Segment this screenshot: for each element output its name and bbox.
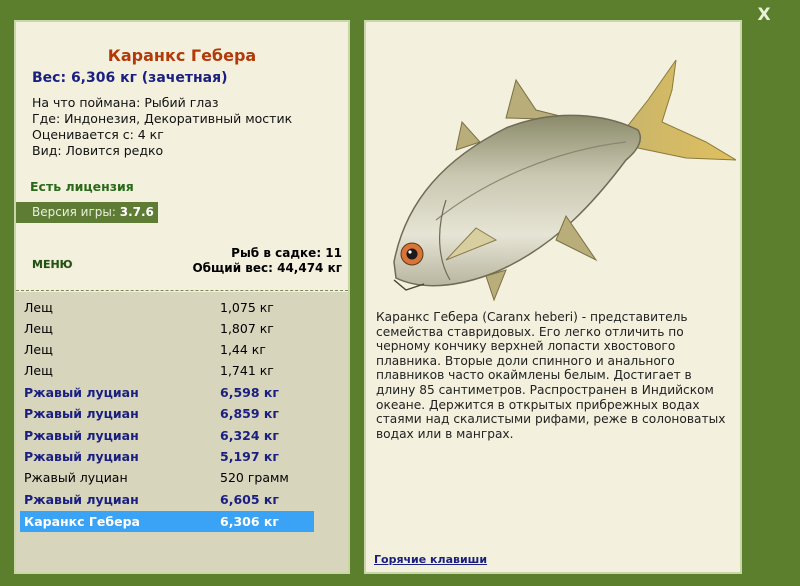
catch-weight: 1,44 кг xyxy=(220,342,266,357)
location-detail: Где: Индонезия, Декоративный мостик xyxy=(32,111,293,126)
catch-row-selected[interactable]: Каранкс Гебера 6,306 кг xyxy=(20,511,314,532)
catch-weight: 1,741 кг xyxy=(220,363,274,378)
bait-detail: На что поймана: Рыбий глаз xyxy=(32,95,219,110)
catch-name: Ржавый луциан xyxy=(24,470,128,485)
catch-name: Лещ xyxy=(24,300,53,315)
catch-name: Ржавый луциан xyxy=(24,406,139,421)
license-status: Есть лицензия xyxy=(30,179,134,194)
catch-name: Ржавый луциан xyxy=(24,428,139,443)
catch-row[interactable]: Лещ 1,44 кг xyxy=(20,339,314,360)
min-weight-detail: Оценивается с: 4 кг xyxy=(32,127,164,142)
catch-counts: Рыб в садке: 11 Общий вес: 44,474 кг xyxy=(192,246,342,276)
menu-button[interactable]: МЕНЮ xyxy=(32,258,73,271)
fish-weight: Вес: 6,306 кг (зачетная) xyxy=(32,70,228,86)
catch-list: Лещ 1,075 кг Лещ 1,807 кг Лещ 1,44 кг Лещ 1,… xyxy=(16,292,348,572)
catch-weight: 520 грамм xyxy=(220,470,289,485)
catch-weight: 1,807 кг xyxy=(220,321,274,336)
catch-name: Лещ xyxy=(24,363,53,378)
fish-description-panel: Каранкс Гебера (Caranx heberi) - предста… xyxy=(364,20,742,574)
separator xyxy=(16,290,348,291)
catch-weight: 6,324 кг xyxy=(220,428,279,443)
version-bar: Версия игры: 3.7.6 xyxy=(16,202,158,223)
catch-row[interactable]: Лещ 1,741 кг xyxy=(20,360,314,381)
catch-row[interactable]: Ржавый луциан 6,598 кг xyxy=(20,382,314,403)
version-label: Версия игры: xyxy=(32,205,116,219)
catch-row[interactable]: Ржавый луциан 520 грамм xyxy=(20,467,314,488)
catch-row[interactable]: Ржавый луциан 6,605 кг xyxy=(20,489,314,510)
catch-name: Лещ xyxy=(24,342,53,357)
close-button[interactable]: X xyxy=(752,4,776,26)
catch-weight: 5,197 кг xyxy=(220,449,279,464)
fish-info: Каранкс Гебера Вес: 6,306 кг (зачетная) … xyxy=(16,22,348,290)
catch-row[interactable]: Ржавый луциан 6,324 кг xyxy=(20,425,314,446)
catch-row[interactable]: Лещ 1,075 кг xyxy=(20,297,314,318)
fish-info-panel: Каранкс Гебера Вес: 6,306 кг (зачетная) … xyxy=(14,20,350,574)
rarity-detail: Вид: Ловится редко xyxy=(32,143,164,158)
fish-image xyxy=(393,59,736,302)
catch-name: Каранкс Гебера xyxy=(24,514,140,529)
catch-row[interactable]: Ржавый луциан 5,197 кг xyxy=(20,446,314,467)
fish-title: Каранкс Гебера xyxy=(107,46,257,65)
fish-count: Рыб в садке: 11 xyxy=(231,246,342,260)
catch-name: Лещ xyxy=(24,321,53,336)
version-value: 3.7.6 xyxy=(119,205,154,219)
catch-name: Ржавый луциан xyxy=(24,385,139,400)
catch-name: Ржавый луциан xyxy=(24,449,139,464)
fish-description: Каранкс Гебера (Caranx heberi) - предста… xyxy=(376,310,726,441)
catch-row[interactable]: Ржавый луциан 6,859 кг xyxy=(20,403,314,424)
catch-row[interactable]: Лещ 1,807 кг xyxy=(20,318,314,339)
catch-weight: 6,859 кг xyxy=(220,406,279,421)
catch-weight: 6,605 кг xyxy=(220,492,279,507)
catch-name: Ржавый луциан xyxy=(24,492,139,507)
hotkeys-link[interactable]: Горячие клавиши xyxy=(374,553,487,566)
catch-weight: 6,598 кг xyxy=(220,385,279,400)
total-weight: Общий вес: 44,474 кг xyxy=(192,261,342,275)
catch-weight: 6,306 кг xyxy=(220,514,279,529)
catch-weight: 1,075 кг xyxy=(220,300,274,315)
